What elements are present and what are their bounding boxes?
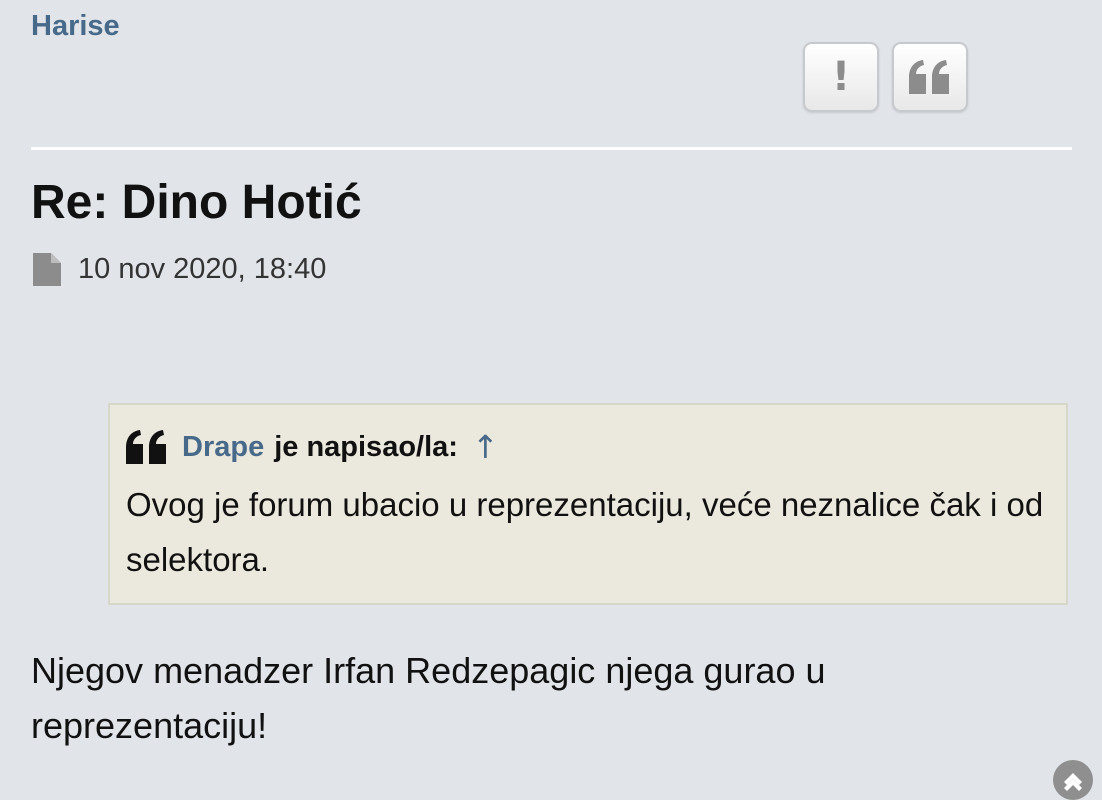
jump-to-quoted-post-arrow-icon[interactable]: ↑ — [472, 428, 499, 466]
scroll-to-top-button[interactable] — [1053, 760, 1093, 800]
quote-icon — [909, 60, 949, 94]
quote-author-link[interactable]: Drape — [182, 431, 264, 464]
quote-cite: Drape je napisao/la: ↑ — [126, 425, 1050, 469]
quote-icon — [126, 430, 166, 464]
post-body-text: Njegov menadzer Irfan Redzepagic njega g… — [31, 650, 826, 746]
quote-block: Drape je napisao/la: ↑ Ovog je forum uba… — [108, 403, 1068, 605]
post-meta: 10 nov 2020, 18:40 — [33, 253, 326, 286]
exclamation-icon: ! — [831, 54, 851, 100]
quote-text: Ovog je forum ubacio u reprezentaciju, v… — [126, 486, 1044, 578]
forum-post-page: Harise ! Re: Dino Hotić 10 nov 2020, 18:… — [0, 0, 1102, 800]
post-divider — [31, 147, 1072, 150]
post-title[interactable]: Re: Dino Hotić — [31, 175, 362, 230]
post-date: 10 nov 2020, 18:40 — [78, 253, 327, 285]
report-button[interactable]: ! — [803, 42, 879, 112]
quote-button[interactable] — [892, 42, 968, 112]
file-icon[interactable] — [33, 253, 61, 286]
post-author-username[interactable]: Harise — [31, 10, 120, 43]
quote-wrote-label: je napisao/la: — [274, 430, 458, 463]
chevron-up-icon — [1064, 773, 1082, 791]
